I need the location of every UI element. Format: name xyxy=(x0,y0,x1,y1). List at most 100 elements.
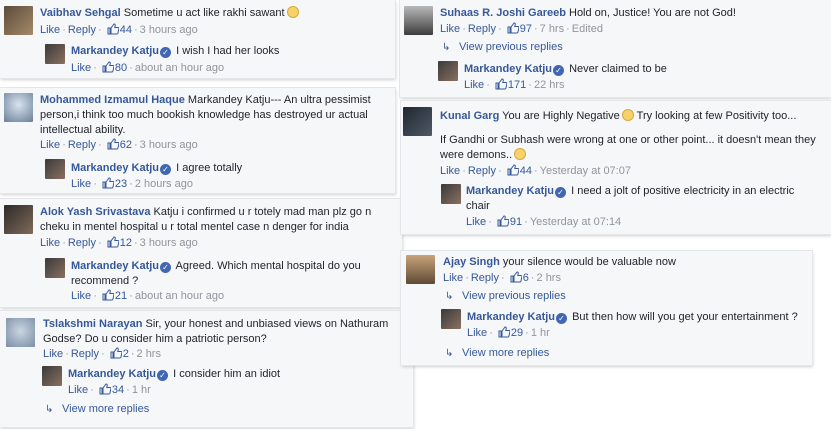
avatar[interactable] xyxy=(438,61,458,81)
avatar[interactable] xyxy=(42,366,62,386)
reply-author[interactable]: Markandey Katju xyxy=(466,185,554,197)
verified-badge-icon: ✓ xyxy=(556,313,568,324)
comment-card: Suhaas R. Joshi Gareeb Hold on, Justice!… xyxy=(400,0,831,97)
like-button[interactable]: Like xyxy=(68,384,88,396)
comment-actions: Like · Reply · 6 · 2 hrs xyxy=(443,271,561,284)
like-count[interactable]: 12 xyxy=(120,237,132,249)
like-button[interactable]: Like xyxy=(43,348,63,360)
like-button[interactable]: Like xyxy=(40,24,60,36)
comment-author[interactable]: Kunal Garg xyxy=(440,110,499,122)
reply-actions: Like · 23 · 2 hours ago xyxy=(71,177,193,190)
comment-author[interactable]: Tslakshmi Narayan xyxy=(43,318,142,330)
like-button[interactable]: Like xyxy=(40,139,60,151)
comment-text: Suhaas R. Joshi Gareeb Hold on, Justice!… xyxy=(440,6,736,21)
reply-button[interactable]: Reply xyxy=(468,165,496,177)
avatar[interactable] xyxy=(4,6,33,35)
timestamp[interactable]: 3 hours ago xyxy=(140,24,198,36)
reply-button[interactable]: Reply xyxy=(471,272,499,284)
reply-author[interactable]: Markandey Katju xyxy=(464,63,552,75)
avatar[interactable] xyxy=(45,44,65,64)
timestamp[interactable]: 7 hrs xyxy=(540,23,564,35)
like-button[interactable]: Like xyxy=(71,62,91,74)
like-count[interactable]: 171 xyxy=(508,79,526,91)
timestamp[interactable]: Yesterday at 07:14 xyxy=(530,216,621,228)
avatar[interactable] xyxy=(404,6,433,35)
comment-author[interactable]: Suhaas R. Joshi Gareeb xyxy=(440,7,566,19)
avatar[interactable] xyxy=(45,159,65,179)
reply-body: I consider him an idiot xyxy=(173,368,281,380)
like-count[interactable]: 34 xyxy=(112,384,124,396)
reply-author[interactable]: Markandey Katju xyxy=(71,260,159,272)
avatar[interactable] xyxy=(406,255,435,284)
like-button[interactable]: Like xyxy=(440,165,460,177)
like-count[interactable]: 80 xyxy=(115,62,127,74)
comment-actions: Like · Reply · 62 · 3 hours ago xyxy=(40,138,198,151)
like-count[interactable]: 2 xyxy=(123,348,129,360)
timestamp[interactable]: 22 hrs xyxy=(534,79,565,91)
timestamp[interactable]: 3 hours ago xyxy=(140,237,198,249)
timestamp[interactable]: 1 hr xyxy=(132,384,151,396)
like-button[interactable]: Like xyxy=(71,178,91,190)
comment-text: Ajay Singh your silence would be valuabl… xyxy=(443,255,676,270)
like-button[interactable]: Like xyxy=(443,272,463,284)
like-count[interactable]: 44 xyxy=(120,24,132,36)
comment-author[interactable]: Alok Yash Srivastava xyxy=(40,206,150,218)
reply-button[interactable]: Reply xyxy=(71,348,99,360)
like-button[interactable]: Like xyxy=(40,237,60,249)
reply-button[interactable]: Reply xyxy=(468,23,496,35)
reply-author[interactable]: Markandey Katju xyxy=(467,311,555,323)
view-previous-replies-link[interactable]: ↳ View previous replies xyxy=(445,289,566,304)
avatar[interactable] xyxy=(4,93,33,122)
avatar[interactable] xyxy=(441,309,461,329)
view-more-replies-link[interactable]: ↳ View more replies xyxy=(445,346,549,361)
timestamp[interactable]: 2 hrs xyxy=(537,272,561,284)
avatar[interactable] xyxy=(4,205,33,234)
view-more-replies-link[interactable]: ↳ View more replies xyxy=(45,402,149,417)
like-count[interactable]: 62 xyxy=(120,139,132,151)
comment-body-cont: Try looking at few Positivity too... xyxy=(636,110,797,122)
comment-body: your silence would be valuable now xyxy=(502,256,676,268)
like-button[interactable]: Like xyxy=(467,327,487,339)
like-count[interactable]: 6 xyxy=(523,272,529,284)
like-button[interactable]: Like xyxy=(466,216,486,228)
like-count[interactable]: 23 xyxy=(115,178,127,190)
reply-button[interactable]: Reply xyxy=(68,139,96,151)
like-button[interactable]: Like xyxy=(440,23,460,35)
edited-label[interactable]: Edited xyxy=(572,23,603,35)
comment-text: Kunal Garg You are Highly Negative Try l… xyxy=(440,109,796,124)
timestamp[interactable]: about an hour ago xyxy=(135,62,224,74)
timestamp[interactable]: 2 hours ago xyxy=(135,178,193,190)
comment-author[interactable]: Vaibhav Sehgal xyxy=(40,7,121,19)
view-previous-replies-link[interactable]: ↳ View previous replies xyxy=(442,40,563,55)
timestamp[interactable]: 1 hr xyxy=(531,327,550,339)
like-count[interactable]: 21 xyxy=(115,290,127,302)
avatar[interactable] xyxy=(45,258,65,278)
reply-author[interactable]: Markandey Katju xyxy=(68,368,156,380)
like-count[interactable]: 29 xyxy=(511,327,523,339)
avatar[interactable] xyxy=(6,318,35,347)
like-count[interactable]: 91 xyxy=(510,216,522,228)
like-count[interactable]: 44 xyxy=(520,165,532,177)
timestamp[interactable]: about an hour ago xyxy=(135,290,224,302)
reply-text: Markandey Katju ✓ I consider him an idiot xyxy=(68,367,280,382)
like-button[interactable]: Like xyxy=(71,290,91,302)
like-count[interactable]: 97 xyxy=(520,23,532,35)
timestamp[interactable]: Yesterday at 07:07 xyxy=(540,165,631,177)
like-button[interactable]: Like xyxy=(464,79,484,91)
avatar[interactable] xyxy=(403,107,432,136)
thumbs-up-icon xyxy=(102,177,114,189)
reply-author[interactable]: Markandey Katju xyxy=(71,45,159,57)
reply-text: Markandey Katju ✓ I need a jolt of positi… xyxy=(466,184,806,214)
thumbs-up-icon xyxy=(102,289,114,301)
comment-actions: Like · Reply · 44 · 3 hours ago xyxy=(40,23,198,36)
reply-author[interactable]: Markandey Katju xyxy=(71,162,159,174)
reply-button[interactable]: Reply xyxy=(68,24,96,36)
comment-author[interactable]: Ajay Singh xyxy=(443,256,500,268)
timestamp[interactable]: 3 hours ago xyxy=(140,139,198,151)
timestamp[interactable]: 2 hrs xyxy=(137,348,161,360)
reply-actions: Like · 171 · 22 hrs xyxy=(464,78,565,91)
comment-author[interactable]: Mohammed Izmamul Haque xyxy=(40,94,185,106)
avatar[interactable] xyxy=(441,184,461,204)
reply-button[interactable]: Reply xyxy=(68,237,96,249)
comment-card: Alok Yash Srivastava Katju i confirmed u… xyxy=(0,199,402,307)
